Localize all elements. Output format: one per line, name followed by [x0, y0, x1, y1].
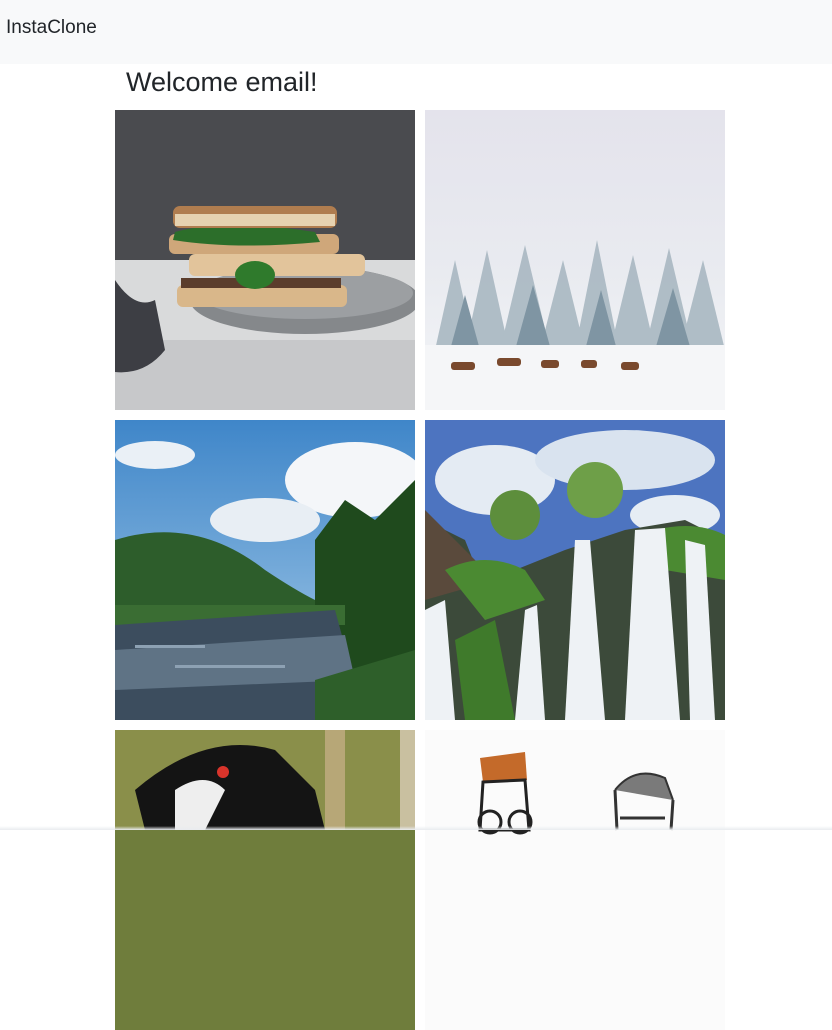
post-photo-river[interactable]	[115, 420, 415, 720]
page-bottom-fade	[0, 826, 832, 830]
brand-logo-link[interactable]: InstaClone	[6, 17, 97, 39]
welcome-heading: Welcome email!	[126, 67, 318, 97]
post-photo-sandwich[interactable]	[115, 110, 415, 410]
river-landscape-photo-icon	[115, 420, 415, 720]
post-photo-dog[interactable]	[115, 730, 415, 1030]
cartoon-sketch-photo-icon	[425, 730, 725, 1030]
snowy-forest-deer-photo-icon	[425, 110, 725, 410]
waterfall-photo-icon	[425, 420, 725, 720]
post-photo-winter[interactable]	[425, 110, 725, 410]
post-photo-sketch[interactable]	[425, 730, 725, 1030]
sandwich-photo-icon	[115, 110, 415, 410]
navbar: InstaClone	[0, 0, 832, 64]
post-photo-waterfall[interactable]	[425, 420, 725, 720]
dog-photo-icon	[115, 730, 415, 1030]
